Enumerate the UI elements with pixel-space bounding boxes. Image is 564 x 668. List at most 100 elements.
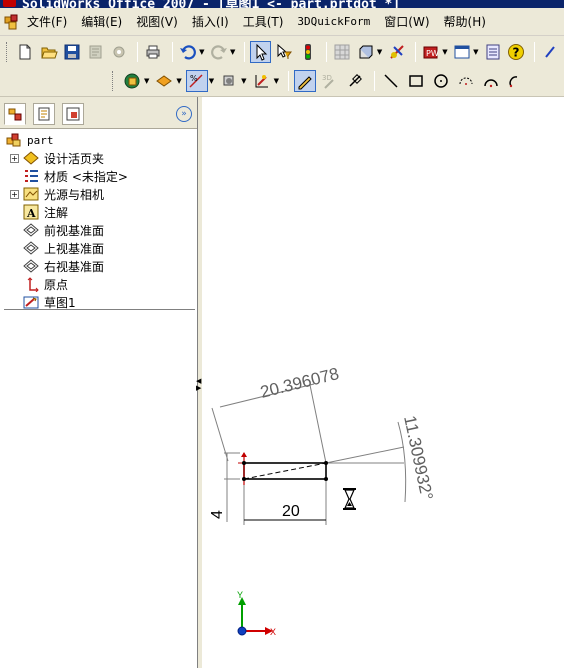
options-icon[interactable] — [109, 41, 129, 63]
section-view-dropdown-icon[interactable]: ▼ — [176, 77, 181, 85]
collapse-panel-icon[interactable]: » — [176, 106, 192, 122]
tree-root-label: part — [27, 133, 54, 147]
tree-item-label: 注解 — [44, 205, 69, 220]
render-dropdown-icon[interactable]: ▼ — [442, 48, 447, 56]
toolbar-grip[interactable] — [6, 42, 9, 62]
material-icon — [23, 168, 39, 184]
help-icon[interactable]: ? — [506, 41, 526, 63]
display-icon[interactable] — [386, 41, 406, 63]
rectangle-icon[interactable] — [405, 70, 427, 92]
tree-item-label: 原点 — [44, 277, 69, 292]
plane-icon — [23, 258, 39, 274]
expand-icon[interactable]: + — [10, 189, 19, 199]
sketch-dropdown-icon[interactable]: ▼ — [209, 77, 214, 85]
menu-tools[interactable]: 工具(T) — [243, 13, 284, 30]
tree-item-material[interactable]: 材质 <未指定> — [0, 167, 197, 185]
menu-window[interactable]: 窗口(W) — [384, 13, 429, 30]
sketch-point — [324, 461, 328, 465]
origin-arrow-icon — [241, 452, 247, 457]
menu-insert[interactable]: 插入(I) — [192, 13, 229, 30]
tree-item-label: 草图1 — [44, 295, 76, 310]
centerpoint-arc-icon[interactable] — [455, 70, 477, 92]
property-manager-tab[interactable] — [33, 103, 55, 125]
sketch-toolbar: ▼ ▼ % ▼ ▼ ▼ 3D — [0, 66, 564, 97]
circle-icon[interactable] — [430, 70, 452, 92]
sketch-relations-dropdown-icon[interactable]: ▼ — [241, 77, 246, 85]
new-icon[interactable] — [15, 41, 35, 63]
app-logo-icon — [3, 0, 16, 7]
toolbar-grip[interactable] — [112, 71, 115, 91]
save-icon[interactable] — [62, 41, 82, 63]
window-icon[interactable] — [452, 41, 472, 63]
svg-text:3D: 3D — [322, 74, 332, 82]
grid-icon[interactable] — [332, 41, 352, 63]
undo-dropdown-icon[interactable]: ▼ — [199, 48, 204, 56]
configuration-manager-tab[interactable] — [62, 103, 84, 125]
panel-divider[interactable] — [4, 309, 195, 311]
3d-view-dropdown-icon[interactable]: ▼ — [144, 77, 149, 85]
part-document-icon[interactable] — [3, 13, 21, 31]
sketch-toolbar-overflow-icon[interactable] — [540, 41, 560, 63]
sketch-relations-icon[interactable] — [218, 70, 240, 92]
3d-sketch-icon[interactable]: 3D — [319, 70, 341, 92]
sketch-icon[interactable]: % — [185, 70, 208, 92]
open-icon[interactable] — [38, 41, 58, 63]
tree-item-top-plane[interactable]: 上视基准面 — [0, 239, 197, 257]
dim-height-text: 4 — [209, 510, 226, 519]
tree-item-design-binder[interactable]: + 设计活页夹 — [0, 149, 197, 167]
tangent-arc-icon[interactable] — [480, 70, 502, 92]
sketch-point — [242, 477, 246, 481]
panel-tabs: » — [0, 97, 197, 129]
tree-item-annotations[interactable]: A 注解 — [0, 203, 197, 221]
edit-sketch-icon[interactable] — [293, 70, 316, 92]
print-preview-icon[interactable] — [85, 41, 105, 63]
3d-view-icon[interactable] — [121, 70, 143, 92]
undo-icon[interactable] — [178, 41, 198, 63]
feature-manager-tab[interactable] — [4, 103, 26, 125]
select-icon[interactable] — [250, 41, 271, 63]
tree-item-right-plane[interactable]: 右视基准面 — [0, 257, 197, 275]
menu-help[interactable]: 帮助(H) — [444, 13, 486, 30]
plane-icon — [23, 222, 39, 238]
tree-item-front-plane[interactable]: 前视基准面 — [0, 221, 197, 239]
tree-item-origin[interactable]: 原点 — [0, 275, 197, 293]
menu-3dquickform[interactable]: 3DQuickForm — [297, 15, 370, 28]
redo-icon[interactable] — [209, 41, 229, 63]
properties-icon[interactable] — [482, 41, 502, 63]
tree-item-label: 前视基准面 — [44, 223, 105, 238]
rebuild-icon[interactable] — [297, 41, 317, 63]
view-orient-icon[interactable] — [355, 41, 375, 63]
plane-icon — [23, 240, 39, 256]
graphics-area[interactable]: 20.396078 11.309932° 4 20 Y X — [202, 97, 564, 668]
threepoint-arc-icon[interactable] — [505, 70, 527, 92]
title-bar: SolidWorks Office 2007 - [草图1 <- part.pr… — [0, 0, 564, 8]
menu-edit[interactable]: 编辑(E) — [81, 13, 122, 30]
construction-diagonal — [243, 462, 327, 480]
select-filter-icon[interactable] — [274, 41, 294, 63]
window-dropdown-icon[interactable]: ▼ — [473, 48, 478, 56]
annotations-icon: A — [23, 204, 39, 220]
printer-icon[interactable] — [143, 41, 163, 63]
hourglass-cursor-icon — [343, 488, 356, 510]
view-orient-dropdown-icon[interactable]: ▼ — [377, 48, 382, 56]
expand-icon[interactable]: + — [10, 153, 19, 163]
render-icon[interactable]: PW — [421, 41, 441, 63]
window-title: SolidWorks Office 2007 - [草图1 <- part.pr… — [22, 0, 401, 8]
menu-view[interactable]: 视图(V) — [136, 13, 178, 30]
triad-x-label: X — [270, 627, 276, 637]
line-icon[interactable] — [380, 70, 402, 92]
configuration-icon — [66, 107, 80, 121]
redo-dropdown-icon[interactable]: ▼ — [230, 48, 235, 56]
sketch-view[interactable]: 20.396078 11.309932° 4 20 Y X — [202, 97, 564, 668]
lights-cameras-icon — [23, 186, 39, 202]
feature-tree-icon — [8, 108, 22, 121]
standard-toolbar: ▼ ▼ ▼ PW ▼ ▼ ? — [0, 37, 564, 68]
section-view-icon[interactable] — [153, 70, 175, 92]
smart-dimension-dropdown-icon[interactable]: ▼ — [274, 77, 279, 85]
dimension-icon[interactable] — [344, 70, 366, 92]
menu-file[interactable]: 文件(F) — [27, 13, 67, 30]
tree-root[interactable]: part — [0, 131, 197, 149]
splitter-arrows-icon[interactable]: ◀ ▶ — [196, 378, 201, 392]
tree-item-lights-cameras[interactable]: + 光源与相机 — [0, 185, 197, 203]
smart-dimension-icon[interactable] — [251, 70, 273, 92]
